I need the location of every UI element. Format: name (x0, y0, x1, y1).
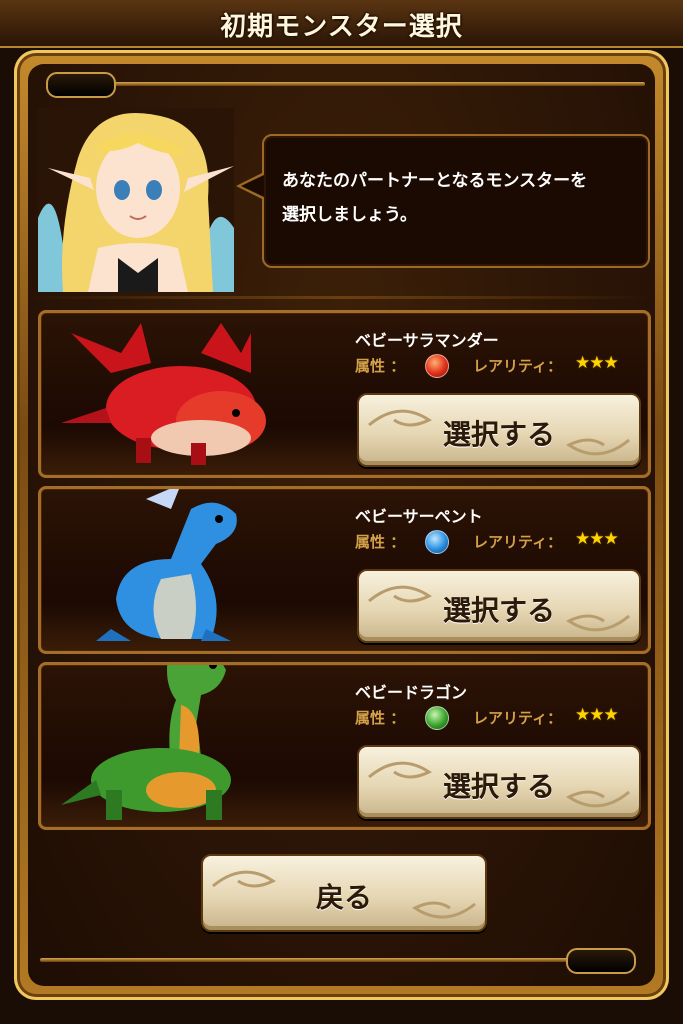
rarity-label: レアリティ： (473, 357, 563, 375)
select-button-label: 選択する (442, 770, 555, 803)
monster-stats: 属性 ： レアリティ： ★★★ (355, 529, 645, 554)
attribute-label: 属性 ： (355, 357, 406, 375)
select-serpent-button[interactable]: 選択する (357, 569, 641, 643)
monster-name: ベビーサーペント (355, 507, 483, 526)
speech-text: あなたのパートナーとなるモンスターを 選択しましょう。 (282, 164, 632, 232)
top-rail-cap-icon (46, 72, 116, 98)
speech-bubble-tail-fill (241, 175, 264, 197)
rarity-label: レアリティ： (473, 533, 563, 551)
serpent-image (51, 484, 301, 649)
speech-line-2: 選択しましょう。 (282, 205, 417, 225)
title-bar: 初期モンスター選択 (0, 0, 683, 48)
rarity-stars: ★★★ (575, 705, 619, 725)
attribute-label: 属性 ： (355, 709, 406, 727)
rarity-label: レアリティ： (473, 709, 563, 727)
water-orb-icon (425, 530, 449, 554)
back-button[interactable]: 戻る (201, 854, 487, 932)
rarity-stars: ★★★ (575, 353, 619, 373)
monster-stats: 属性 ： レアリティ： ★★★ (355, 705, 645, 730)
bottom-rail-cap-icon (566, 948, 636, 974)
speech-bubble: あなたのパートナーとなるモンスターを 選択しましょう。 (262, 134, 650, 268)
divider (30, 296, 650, 299)
monster-card-dragon: ベビードラゴン 属性 ： レアリティ： ★★★ 選択する (38, 644, 651, 830)
select-button-label: 選択する (442, 594, 555, 627)
select-dragon-button[interactable]: 選択する (357, 745, 641, 819)
back-button-label: 戻る (315, 881, 372, 914)
speech-line-1: あなたのパートナーとなるモンスターを (282, 171, 588, 191)
bottom-rail (40, 958, 630, 962)
attribute-label: 属性 ： (355, 533, 406, 551)
guide-character-portrait (38, 108, 234, 292)
select-button-label: 選択する (442, 418, 555, 451)
monster-card-serpent: ベビーサーペント 属性 ： レアリティ： ★★★ 選択する (38, 484, 651, 654)
salamander-image (51, 313, 301, 473)
page-title: 初期モンスター選択 (220, 12, 463, 42)
wood-orb-icon (425, 706, 449, 730)
fire-orb-icon (425, 354, 449, 378)
rarity-stars: ★★★ (575, 529, 619, 549)
monster-name: ベビーサラマンダー (355, 331, 499, 350)
select-salamander-button[interactable]: 選択する (357, 393, 641, 467)
top-rail (60, 82, 645, 86)
monster-stats: 属性 ： レアリティ： ★★★ (355, 353, 645, 378)
monster-name: ベビードラゴン (355, 683, 468, 702)
monster-card-salamander: ベビーサラマンダー 属性 ： レアリティ： ★★★ 選択する (38, 310, 651, 478)
dragon-image (51, 644, 301, 825)
